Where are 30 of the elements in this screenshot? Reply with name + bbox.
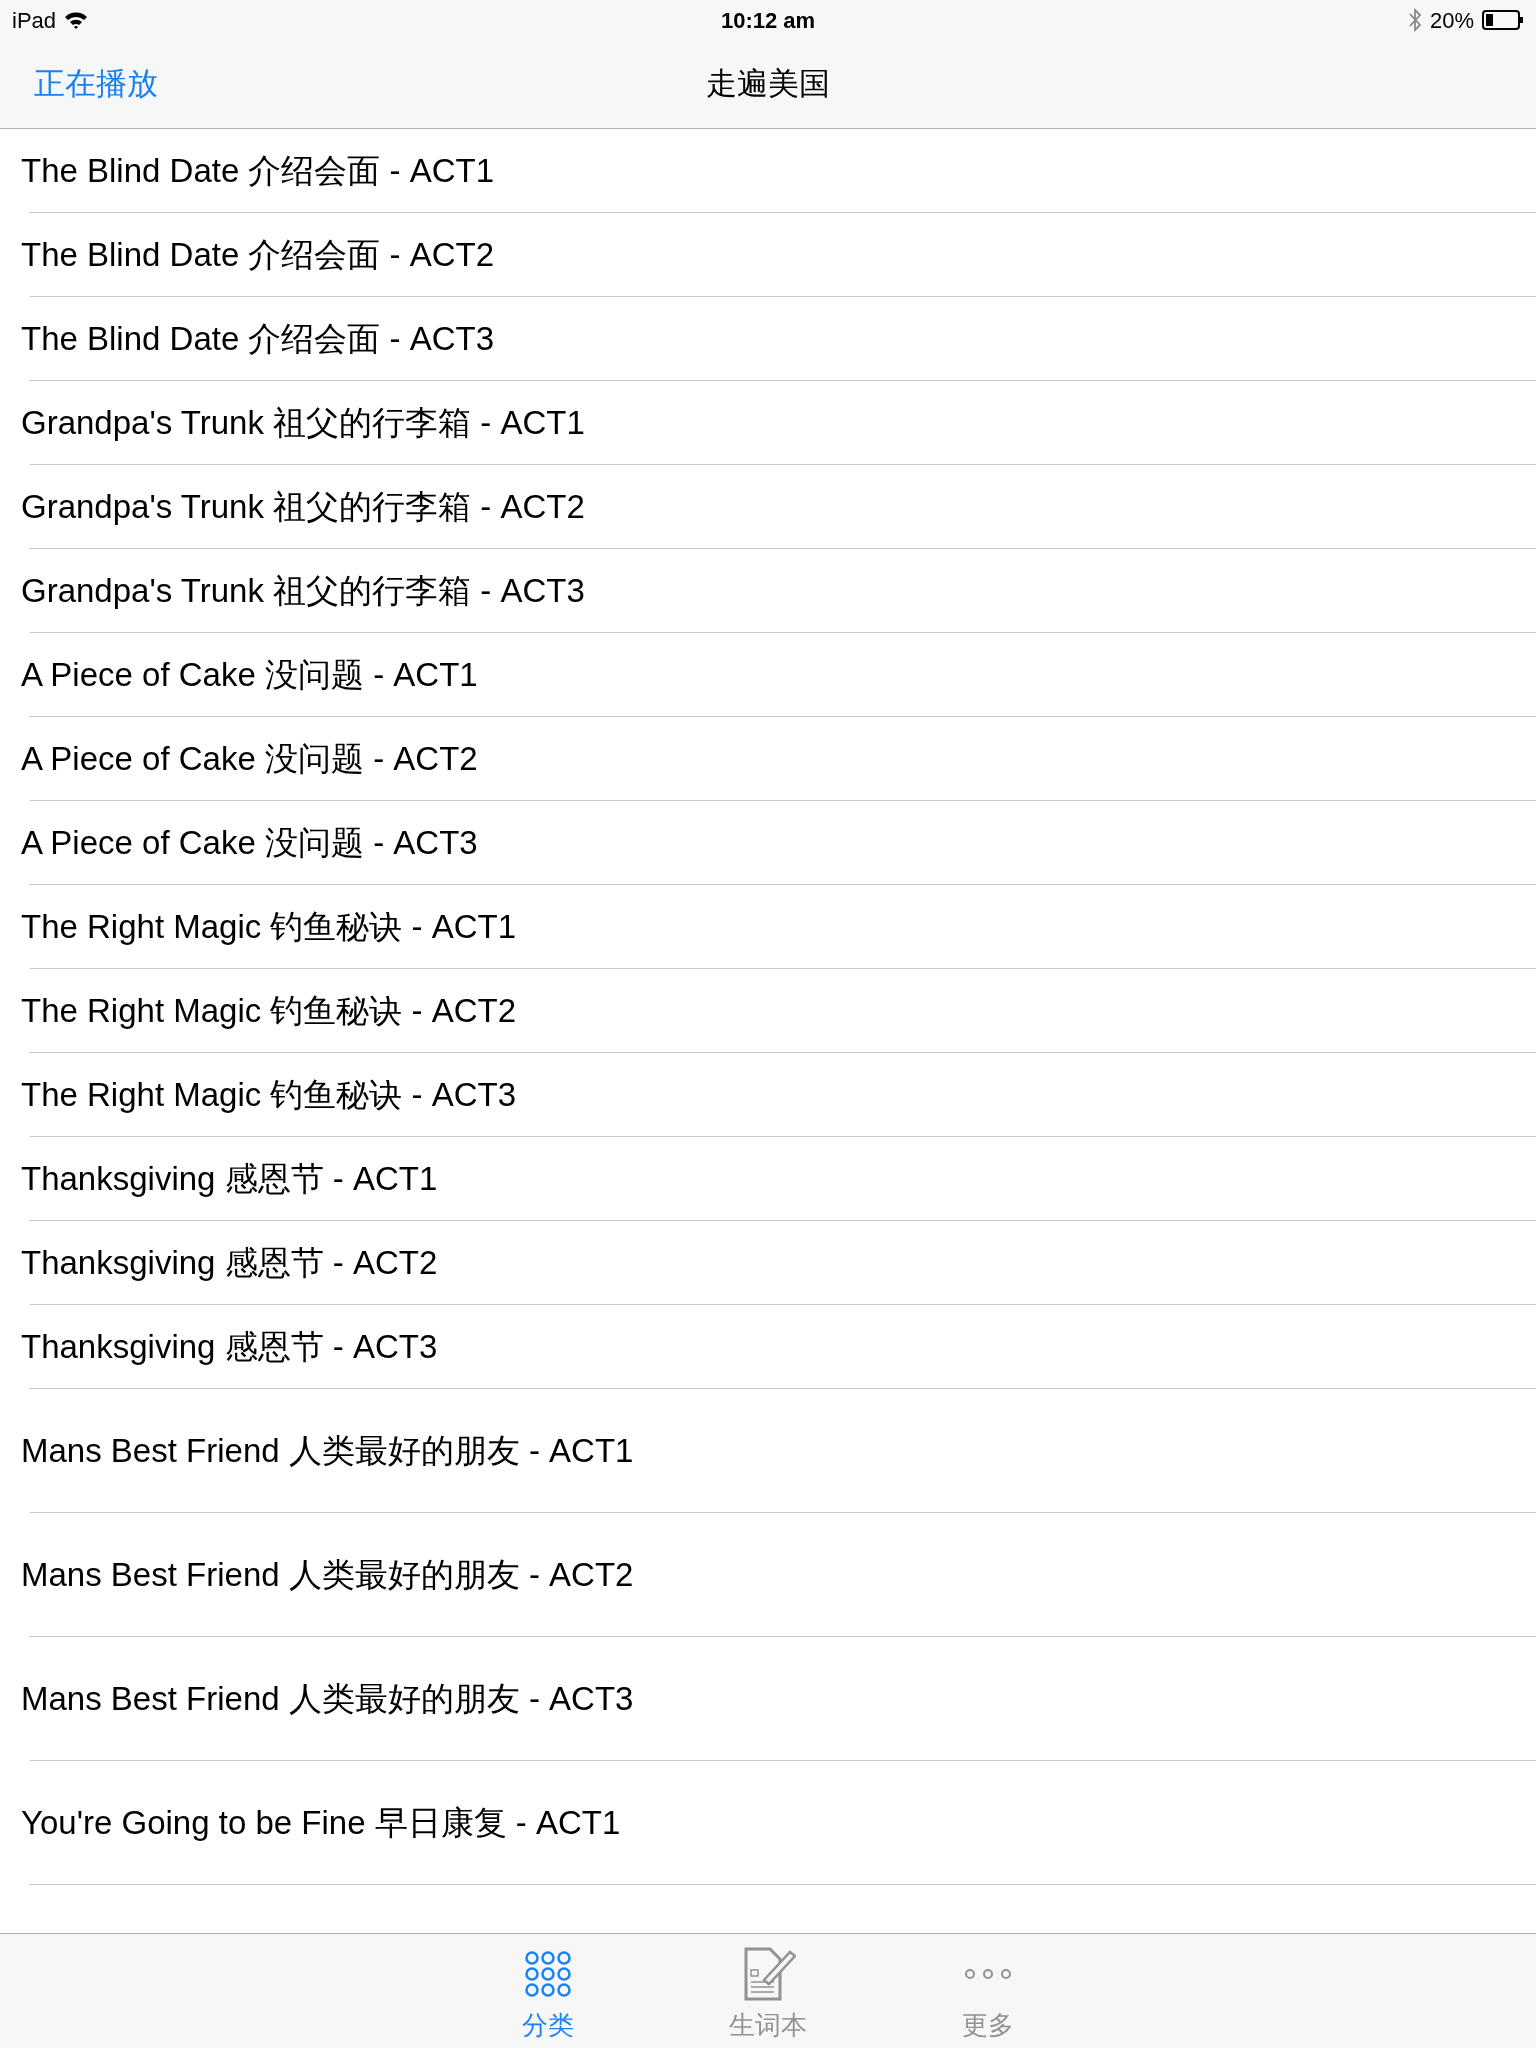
episode-row[interactable]: Mans Best Friend 人类最好的朋友 - ACT1 [0, 1389, 1536, 1512]
episode-row[interactable]: Thanksgiving 感恩节 - ACT1 [0, 1137, 1536, 1220]
battery-percent: 20% [1429, 6, 1474, 35]
bluetooth-icon [1407, 8, 1422, 32]
status-time: 10:12 am [720, 6, 816, 35]
episode-row[interactable]: A Piece of Cake 没问题 - ACT2 [0, 717, 1536, 800]
wifi-icon [64, 11, 89, 29]
episode-row[interactable]: A Piece of Cake 没问题 - ACT1 [0, 633, 1536, 716]
episode-row[interactable]: Grandpa's Trunk 祖父的行李箱 - ACT2 [0, 465, 1536, 548]
grid-icon [525, 1951, 571, 1997]
episode-row[interactable]: Thanksgiving 感恩节 - ACT2 [0, 1221, 1536, 1304]
episode-row[interactable]: Grandpa's Trunk 祖父的行李箱 - ACT1 [0, 381, 1536, 464]
more-icon [963, 1967, 1013, 1981]
device-name: iPad [12, 6, 57, 35]
tab-item[interactable]: 分类 [483, 1934, 613, 2048]
episode-row[interactable]: The Blind Date 介绍会面 - ACT2 [0, 213, 1536, 296]
episode-row[interactable]: Mans Best Friend 人类最好的朋友 - ACT3 [0, 1637, 1536, 1760]
episode-row[interactable]: Grandpa's Trunk 祖父的行李箱 - ACT3 [0, 549, 1536, 632]
episode-row[interactable]: Mans Best Friend 人类最好的朋友 - ACT2 [0, 1513, 1536, 1636]
battery-icon [1482, 10, 1524, 30]
episode-row[interactable]: The Right Magic 钓鱼秘诀 - ACT1 [0, 885, 1536, 968]
episode-row[interactable]: Thanksgiving 感恩节 - ACT3 [0, 1305, 1536, 1388]
episode-row[interactable]: The Right Magic 钓鱼秘诀 - ACT3 [0, 1053, 1536, 1136]
episode-row[interactable]: The Blind Date 介绍会面 - ACT1 [0, 129, 1536, 212]
episode-row[interactable]: You're Going to be Fine 早日康复 - ACT1 [0, 1761, 1536, 1884]
nav-title: 走遍美国 [706, 64, 830, 103]
episode-row[interactable]: The Blind Date 介绍会面 - ACT3 [0, 297, 1536, 380]
back-button[interactable]: 正在播放 [34, 60, 158, 108]
episode-row[interactable]: The Right Magic 钓鱼秘诀 - ACT2 [0, 969, 1536, 1052]
episode-row[interactable]: A Piece of Cake 没问题 - ACT3 [0, 801, 1536, 884]
